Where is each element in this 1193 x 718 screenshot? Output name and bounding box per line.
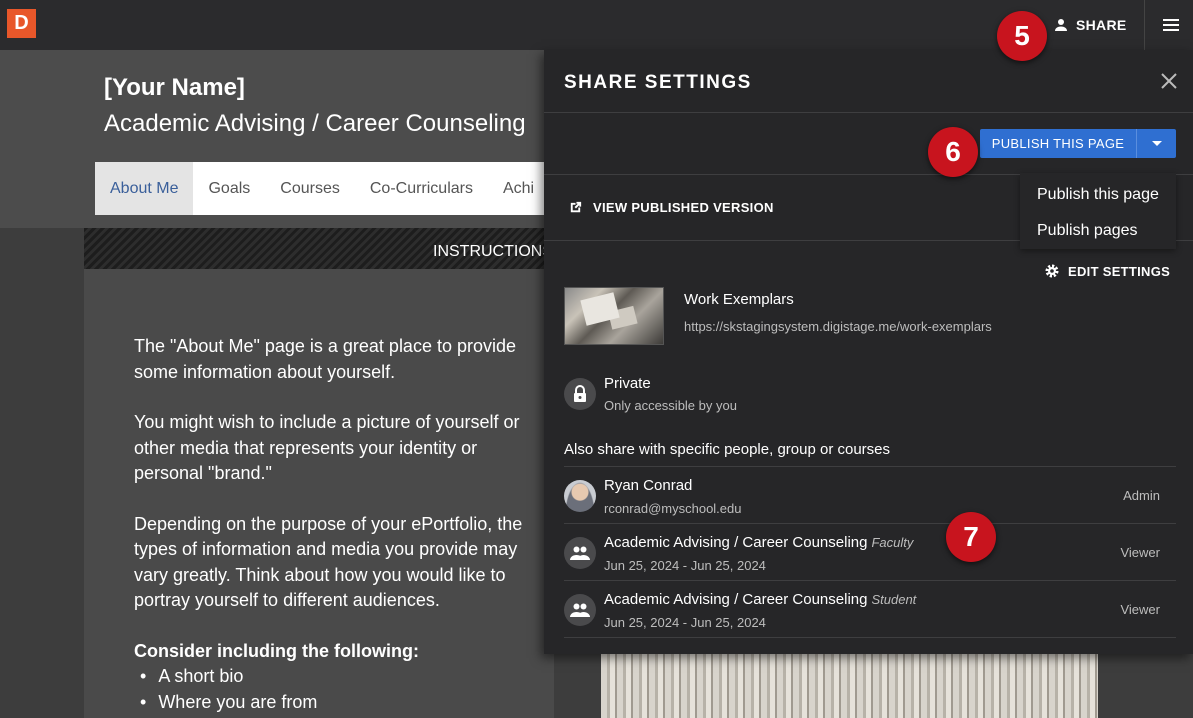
text-line: The "About Me" page is a great place to … (134, 336, 517, 356)
portfolio-owner-name: [Your Name] (104, 74, 245, 101)
text-line: portray yourself to different audiences. (134, 590, 440, 610)
edit-settings-label: EDIT SETTINGS (1068, 263, 1171, 279)
share-date-range: Jun 25, 2024 - Jun 25, 2024 (604, 558, 766, 573)
group-name: Academic Advising / Career Counseling (604, 591, 868, 608)
edit-settings-button[interactable]: EDIT SETTINGS (1044, 263, 1170, 279)
text-line: personal "brand." (134, 463, 272, 483)
share-name: Academic Advising / Career Counseling Fac… (604, 534, 913, 551)
app-logo[interactable]: D (7, 9, 36, 38)
about-me-content: The "About Me" page is a great place to … (134, 334, 554, 715)
callout-badge-6: 6 (928, 127, 978, 177)
user-avatar (564, 480, 596, 512)
share-date-range: Jun 25, 2024 - Jun 25, 2024 (604, 615, 766, 630)
group-icon (570, 546, 590, 560)
paragraph: Depending on the purpose of your ePortfo… (134, 512, 554, 614)
also-share-label: Also share with specific people, group o… (564, 441, 891, 458)
shared-page-url[interactable]: https://skstagingsystem.digistage.me/wor… (684, 319, 992, 334)
view-published-version-link[interactable]: VIEW PUBLISHED VERSION (568, 200, 774, 215)
publish-dropdown-toggle[interactable] (1136, 129, 1176, 158)
share-button-label: SHARE (1076, 17, 1127, 33)
share-settings-panel: SHARE SETTINGS PUBLISH THIS PAGE VIEW PU… (544, 50, 1193, 654)
nav-item-about-me[interactable]: About Me (95, 162, 194, 215)
menu-item-publish-pages[interactable]: Publish pages (1037, 222, 1138, 240)
privacy-description: Only accessible by you (604, 398, 737, 413)
list-item: A short bio (134, 664, 554, 690)
text-line: You might wish to include a picture of y… (134, 412, 520, 432)
portfolio-nav: About Me Goals Courses Co-Curriculars Ac… (95, 162, 555, 215)
page-thumbnail (564, 287, 664, 345)
share-name: Ryan Conrad (604, 477, 693, 494)
publish-dropdown-menu: Publish this page Publish pages (1020, 173, 1176, 249)
permission-label[interactable]: Admin (1123, 488, 1160, 503)
text-line: other media that represents your identit… (134, 437, 478, 458)
divider (544, 112, 1193, 113)
paragraph: You might wish to include a picture of y… (134, 410, 554, 487)
text-line: vary greatly. Think about how you would … (134, 564, 506, 585)
close-icon[interactable] (1160, 72, 1178, 90)
role-tag: Student (871, 592, 917, 607)
hamburger-menu-icon[interactable] (1160, 14, 1182, 36)
nav-item-courses[interactable]: Courses (265, 162, 355, 215)
instructions-label: INSTRUCTIONS (433, 243, 553, 260)
nav-item-goals[interactable]: Goals (193, 162, 265, 215)
permission-label[interactable]: Viewer (1120, 602, 1160, 617)
role-tag: Faculty (871, 535, 914, 550)
lock-icon (574, 385, 586, 402)
share-list-item: Ryan Conrad rconrad@myschool.edu Admin (564, 467, 1176, 524)
text-line: some information about yourself. (134, 361, 396, 382)
nav-item-achievements[interactable]: Achi (488, 162, 549, 215)
privacy-label: Private (604, 375, 651, 392)
bullet-list: A short bio Where you are from (134, 664, 554, 715)
share-email: rconrad@myschool.edu (604, 501, 742, 516)
share-list-item: Academic Advising / Career Counseling Stu… (564, 581, 1176, 638)
paragraph: The "About Me" page is a great place to … (134, 334, 554, 385)
group-icon (570, 603, 590, 617)
external-link-icon (570, 201, 582, 213)
menu-item-publish-this-page[interactable]: Publish this page (1037, 186, 1159, 204)
nav-item-co-curriculars[interactable]: Co-Curriculars (355, 162, 488, 215)
share-name: Academic Advising / Career Counseling Stu… (604, 591, 916, 608)
list-item: Where you are from (134, 690, 554, 716)
privacy-icon-wrap[interactable] (564, 378, 596, 410)
group-avatar (564, 537, 596, 569)
publish-this-page-button[interactable]: PUBLISH THIS PAGE (980, 129, 1136, 158)
group-avatar (564, 594, 596, 626)
gear-icon (1045, 264, 1059, 278)
text-line: Depending on the purpose of your ePortfo… (134, 513, 523, 534)
text-line: types of information and media you provi… (134, 539, 518, 559)
group-name: Academic Advising / Career Counseling (604, 534, 868, 551)
consider-heading: Consider including the following: (134, 640, 419, 661)
panel-title: SHARE SETTINGS (564, 72, 752, 93)
share-button[interactable]: SHARE (1052, 12, 1127, 38)
divider (564, 637, 1176, 638)
callout-badge-7: 7 (946, 512, 996, 562)
page-background-image (601, 653, 1098, 718)
view-published-label: VIEW PUBLISHED VERSION (593, 200, 774, 215)
share-list-item: Academic Advising / Career Counseling Fac… (564, 524, 1176, 581)
portfolio-subtitle: Academic Advising / Career Counseling (104, 110, 526, 137)
person-icon (1055, 19, 1067, 31)
permission-label[interactable]: Viewer (1120, 545, 1160, 560)
shared-page-title: Work Exemplars (684, 291, 794, 308)
callout-badge-5: 5 (997, 11, 1047, 61)
topbar-divider (1144, 0, 1145, 50)
